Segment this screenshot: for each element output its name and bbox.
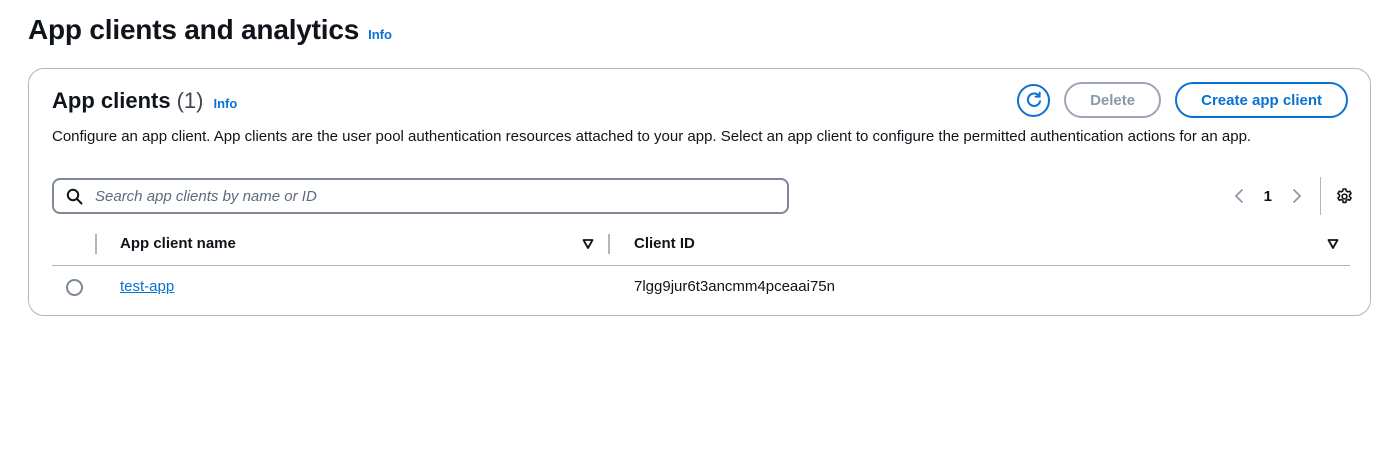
column-header-client-id[interactable]: Client ID (634, 235, 695, 252)
column-divider (95, 234, 97, 254)
header-actions: Delete Create app client (1017, 82, 1348, 118)
app-clients-container: App clients (1) Info Delete Create app c… (28, 68, 1371, 316)
chevron-left-icon (1234, 189, 1243, 203)
page-title: App clients and analytics (28, 14, 360, 45)
app-clients-header: App clients (1) Info (52, 88, 237, 114)
row-select-radio[interactable] (66, 279, 83, 296)
preferences-button[interactable] (1335, 187, 1354, 206)
column-header-app-client-name[interactable]: App client name (120, 235, 236, 252)
page-header: App clients and analytics Info (28, 14, 392, 46)
sort-icon[interactable] (582, 238, 594, 250)
search-icon (66, 188, 83, 205)
app-client-name-link[interactable]: test-app (120, 278, 174, 295)
next-page-button[interactable] (1286, 188, 1308, 204)
pagination: 1 (1228, 176, 1354, 216)
previous-page-button[interactable] (1228, 188, 1250, 204)
refresh-icon (1026, 91, 1041, 107)
client-id-cell: 7lgg9jur6t3ancmm4pceaai75n (634, 278, 835, 295)
app-clients-title: App clients (52, 88, 171, 113)
search-input[interactable] (93, 186, 737, 206)
page-number[interactable]: 1 (1264, 188, 1272, 205)
create-app-client-button[interactable]: Create app client (1175, 82, 1348, 118)
column-divider (608, 234, 610, 254)
chevron-right-icon (1293, 189, 1301, 203)
app-clients-description: Configure an app client. App clients are… (52, 128, 1252, 145)
sort-icon[interactable] (1327, 238, 1339, 250)
table-row[interactable]: test-app 7lgg9jur6t3ancmm4pceaai75n (52, 266, 1350, 310)
delete-button[interactable]: Delete (1064, 82, 1162, 118)
gear-icon (1337, 187, 1352, 203)
pagination-divider (1320, 177, 1321, 215)
refresh-button[interactable] (1017, 83, 1051, 117)
page-info-link[interactable]: Info (368, 27, 392, 42)
table-header: App client name Client ID (52, 232, 1350, 266)
search-box[interactable] (52, 178, 789, 214)
app-clients-info-link[interactable]: Info (213, 96, 237, 111)
app-clients-count: (1) (176, 88, 204, 113)
